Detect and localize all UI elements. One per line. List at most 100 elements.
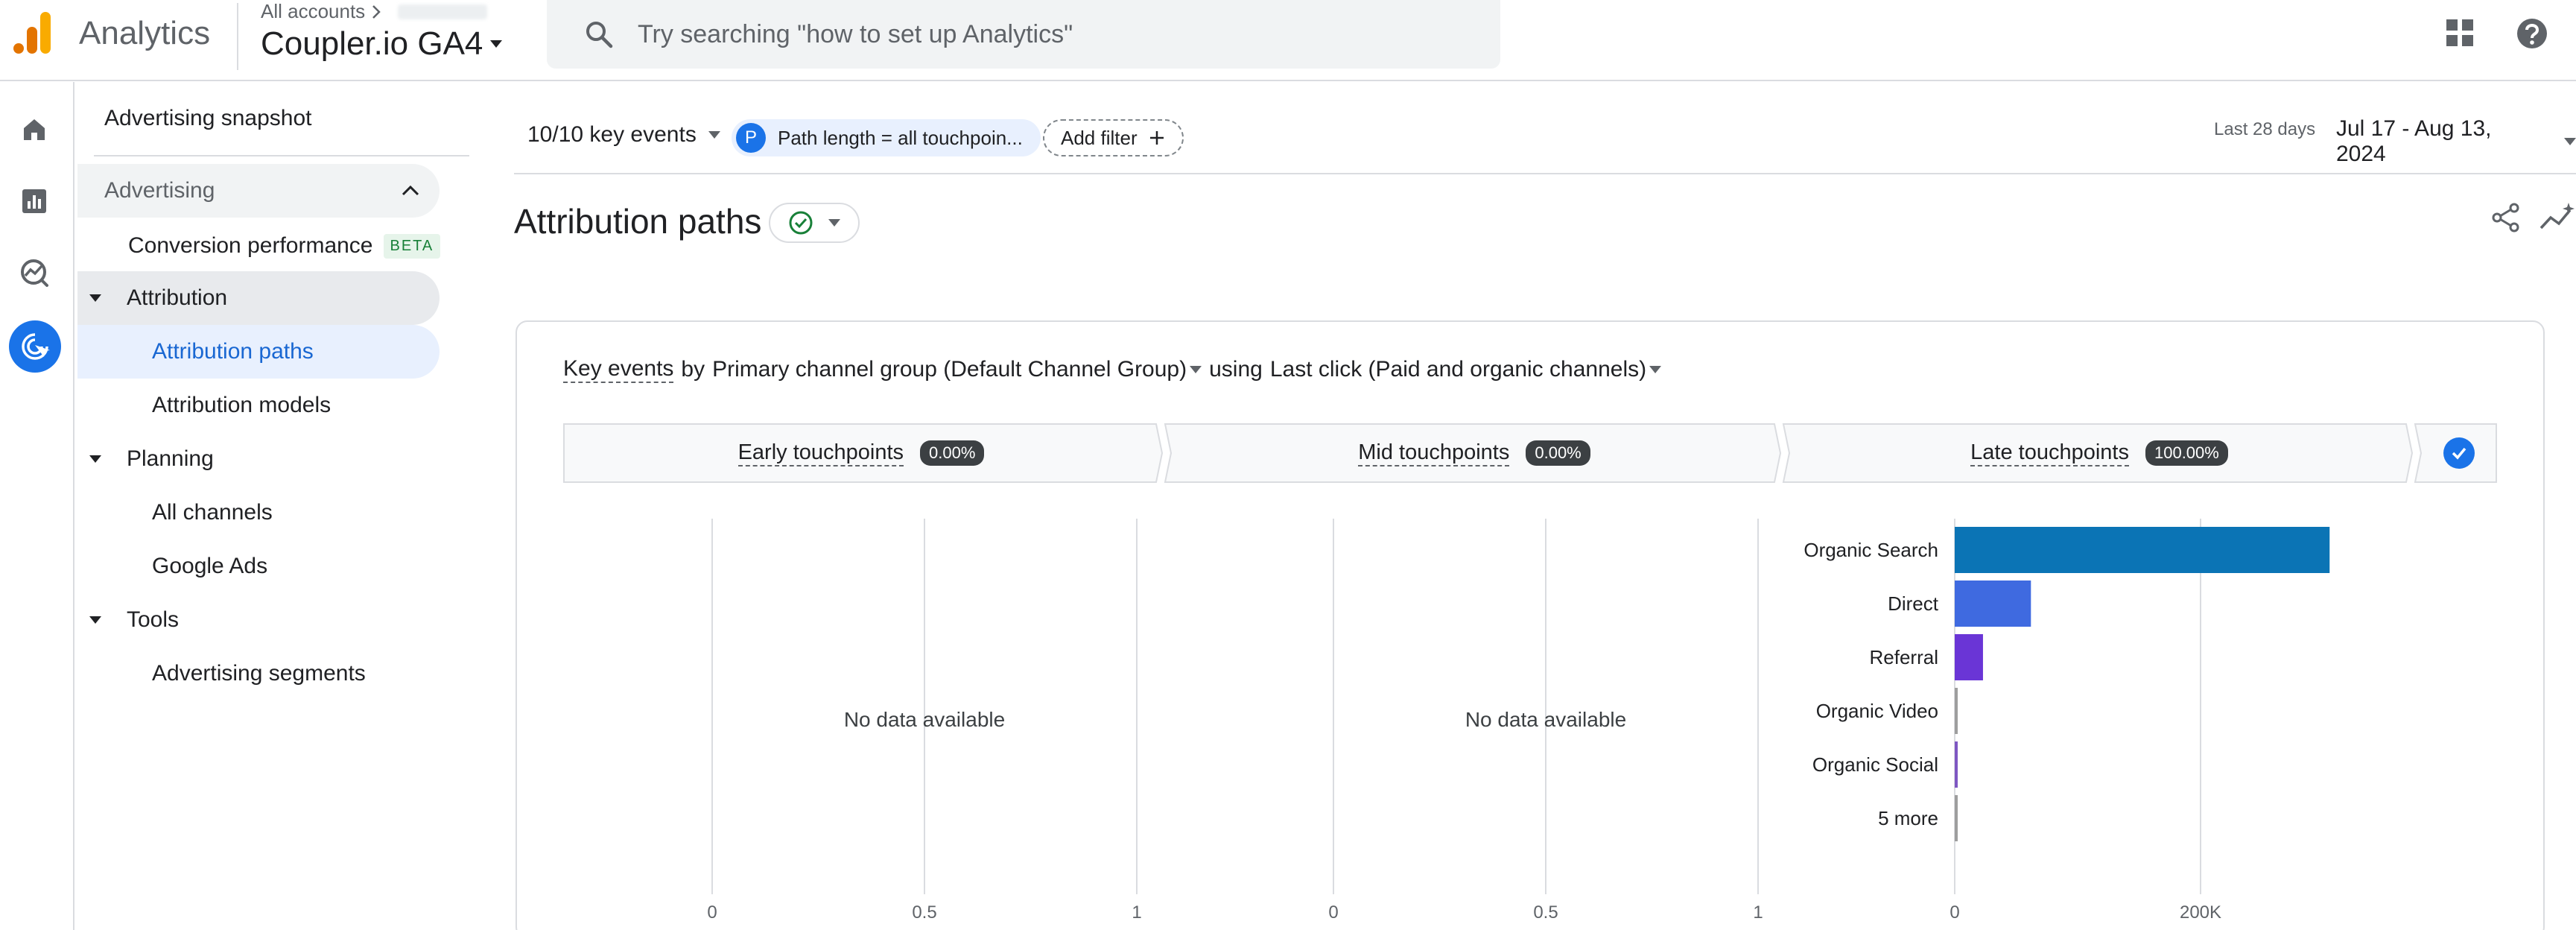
dimension-selector[interactable]: Primary channel group (Default Channel G…: [712, 357, 1187, 382]
bar: [1955, 795, 1958, 841]
date-range-value: Jul 17 - Aug 13, 2024: [2336, 116, 2492, 166]
analytics-logo-icon[interactable]: [12, 10, 54, 55]
nav-item-label: Attribution paths: [152, 339, 314, 364]
chip-avatar: P: [736, 123, 766, 153]
nav-group-planning[interactable]: Planning: [89, 432, 214, 486]
advertising-icon: [22, 333, 50, 360]
x-tick-label: 0: [707, 902, 717, 923]
home-icon: [24, 119, 45, 140]
check-circle-icon: [789, 211, 813, 235]
home-button[interactable]: [12, 107, 57, 152]
x-tick-label: 0: [1950, 902, 1959, 923]
share-icon[interactable]: [2490, 201, 2522, 234]
no-data-label: No data available: [1465, 708, 1626, 731]
nav-item-advertising-segments[interactable]: Advertising segments: [152, 647, 366, 700]
nav-advertising-snapshot[interactable]: Advertising snapshot: [104, 106, 312, 131]
advertising-button[interactable]: [9, 320, 61, 373]
nav-group-tools[interactable]: Tools: [89, 593, 179, 647]
category-label: 5 more: [1878, 807, 1938, 829]
conversion-segment[interactable]: [2421, 423, 2497, 483]
caret-down-icon: [89, 455, 101, 463]
redacted-account-name: [398, 4, 488, 19]
report-description: Key events by Primary channel group (Def…: [563, 356, 1662, 383]
nav-item-conversion-performance[interactable]: Conversion performance BETA: [128, 219, 441, 273]
late-touchpoints-label: Late touchpoints: [1970, 440, 2129, 466]
mid-touchpoints-segment[interactable]: Mid touchpoints 0.00%: [1171, 423, 1777, 483]
x-tick-label: 0.5: [912, 902, 936, 923]
breadcrumb-all-accounts[interactable]: All accounts: [261, 0, 365, 23]
x-tick-label: 1: [1132, 902, 1141, 923]
caret-down-icon[interactable]: [1190, 366, 1202, 373]
touchpoint-bar: Early touchpoints 0.00% Mid touchpoints …: [563, 423, 2497, 483]
report-status-selector[interactable]: [769, 203, 860, 243]
caret-down-icon: [89, 616, 101, 624]
nav-group-label: Attribution: [127, 285, 228, 310]
add-filter-label: Add filter: [1061, 126, 1138, 149]
bar: [1955, 634, 1983, 680]
property-selector[interactable]: Coupler.io GA4: [261, 25, 503, 63]
nav-item-all-channels[interactable]: All channels: [152, 486, 273, 540]
nav-item-label: All channels: [152, 500, 273, 525]
nav-item-label: Attribution models: [152, 393, 331, 417]
category-label: Referral: [1870, 646, 1938, 668]
category-label: Organic Social: [1812, 753, 1938, 776]
bar: [1955, 688, 1958, 734]
x-tick-label: 200K: [2180, 902, 2221, 923]
insights-icon[interactable]: [2539, 201, 2576, 234]
metric-selector[interactable]: Key events: [563, 356, 674, 383]
explore-button[interactable]: [12, 250, 57, 295]
nav-group-attribution[interactable]: Attribution: [77, 271, 440, 325]
reports-button[interactable]: [12, 179, 57, 224]
search-placeholder: Try searching "how to set up Analytics": [638, 19, 1073, 48]
late-touchpoints-segment[interactable]: Late touchpoints 100.00%: [1789, 423, 2409, 483]
check-icon: [2443, 437, 2475, 469]
x-tick-label: 0: [1328, 902, 1338, 923]
caret-down-icon: [490, 40, 503, 48]
nav-group-label: Planning: [127, 446, 214, 471]
nav-section-label: Advertising: [104, 178, 215, 203]
bar: [1955, 527, 2330, 573]
mid-touchpoints-label: Mid touchpoints: [1358, 440, 1510, 466]
category-label: Organic Search: [1803, 539, 1938, 561]
x-tick-label: 1: [1753, 902, 1763, 923]
filter-chip-path-length[interactable]: P Path length = all touchpoin...: [732, 119, 1041, 156]
desc-using: using: [1209, 357, 1263, 382]
breadcrumb[interactable]: All accounts: [261, 0, 488, 23]
nav-item-google-ads[interactable]: Google Ads: [152, 540, 267, 593]
no-data-label: No data available: [844, 708, 1005, 731]
header-divider: [237, 3, 238, 70]
nav-section-advertising[interactable]: Advertising: [77, 164, 440, 218]
plus-icon: [1149, 131, 1164, 145]
desc-by: by: [681, 357, 705, 382]
page-title: Attribution paths: [514, 202, 762, 241]
date-range-label: Last 28 days: [2214, 119, 2316, 139]
search-box[interactable]: Try searching "how to set up Analytics": [547, 0, 1500, 69]
early-touchpoints-segment[interactable]: Early touchpoints 0.00%: [563, 423, 1159, 483]
key-events-selector[interactable]: 10/10 key events: [527, 122, 720, 148]
caret-down-icon[interactable]: [1649, 366, 1662, 373]
caret-down-icon: [2564, 138, 2576, 145]
explore-icon: [21, 259, 48, 287]
add-filter-button[interactable]: Add filter: [1043, 119, 1184, 156]
help-icon[interactable]: [2515, 16, 2549, 51]
caret-down-icon: [828, 219, 840, 227]
nav-item-attribution-models[interactable]: Attribution models: [152, 379, 331, 432]
app-name: Analytics: [79, 15, 211, 51]
bar: [1955, 581, 2031, 627]
early-touchpoints-pct: 0.00%: [920, 440, 985, 466]
bar: [1955, 741, 1958, 788]
nav-item-label: Google Ads: [152, 554, 268, 578]
nav-item-label: Advertising segments: [152, 661, 366, 686]
reports-icon: [22, 189, 46, 213]
search-icon: [586, 22, 613, 48]
model-selector[interactable]: Last click (Paid and organic channels): [1270, 357, 1646, 382]
property-name: Coupler.io GA4: [261, 25, 483, 62]
nav-item-attribution-paths[interactable]: Attribution paths: [77, 325, 440, 379]
chevron-up-icon: [402, 185, 419, 196]
nav-item-label: Conversion performance: [128, 233, 373, 258]
apps-grid-icon[interactable]: [2443, 16, 2476, 49]
date-range-selector[interactable]: Jul 17 - Aug 13, 2024: [2336, 116, 2576, 167]
early-touchpoints-label: Early touchpoints: [737, 440, 904, 466]
late-touchpoints-pct: 100.00%: [2145, 440, 2228, 466]
mid-touchpoints-pct: 0.00%: [1526, 440, 1590, 466]
